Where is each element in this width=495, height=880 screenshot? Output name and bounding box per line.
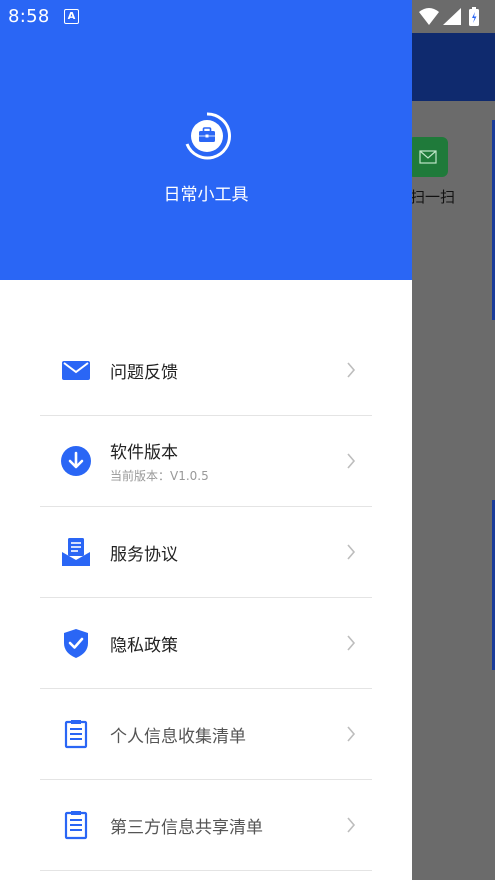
- signal-icon: [443, 8, 461, 25]
- drawer-menu: 问题反馈 软件版本 当前版本：V1.0.5 服务协议 隐私政策 个人信息收集清单…: [40, 325, 372, 871]
- chevron-right-icon: [347, 726, 356, 742]
- list-icon: [64, 811, 88, 840]
- app-name: 日常小工具: [163, 185, 249, 205]
- drawer-header: 日常小工具: [0, 0, 412, 280]
- menu-item-label: 个人信息收集清单: [110, 727, 246, 747]
- menu-item-service-agreement[interactable]: 服务协议: [40, 507, 372, 598]
- download-icon: [61, 446, 91, 476]
- list-icon: [64, 720, 88, 749]
- background-header: [412, 33, 495, 101]
- chevron-right-icon: [347, 453, 356, 469]
- menu-item-feedback[interactable]: 问题反馈: [40, 325, 372, 416]
- status-bar: 8:58 A: [0, 0, 495, 33]
- chevron-right-icon: [347, 362, 356, 378]
- scan-tile[interactable]: [408, 137, 448, 177]
- version-subtitle: 当前版本：V1.0.5: [110, 469, 209, 483]
- menu-item-personal-info-list[interactable]: 个人信息收集清单: [40, 689, 372, 780]
- status-time: 8:58: [8, 6, 50, 27]
- status-icons: [417, 6, 487, 32]
- agreement-icon: [62, 538, 90, 566]
- shield-icon: [64, 629, 88, 658]
- mail-icon: [62, 361, 90, 380]
- menu-item-privacy-policy[interactable]: 隐私政策: [40, 598, 372, 689]
- menu-item-label: 第三方信息共享清单: [110, 818, 263, 838]
- chevron-right-icon: [347, 817, 356, 833]
- battery-icon: [469, 7, 479, 26]
- wifi-icon: [419, 8, 439, 25]
- chevron-right-icon: [347, 635, 356, 651]
- menu-item-label: 隐私政策: [110, 636, 178, 656]
- menu-item-label: 软件版本: [110, 443, 178, 463]
- navigation-drawer: 日常小工具 问题反馈 软件版本 当前版本：V1.0.5 服务协议 隐私政策 个人…: [0, 0, 412, 880]
- menu-item-third-party-sharing-list[interactable]: 第三方信息共享清单: [40, 780, 372, 871]
- chevron-right-icon: [347, 544, 356, 560]
- menu-item-label: 问题反馈: [110, 363, 178, 383]
- notification-a-icon: A: [64, 9, 79, 24]
- menu-item-version[interactable]: 软件版本 当前版本：V1.0.5: [40, 416, 372, 507]
- toolbox-logo-icon: [181, 110, 233, 162]
- scan-tile-label: 扫一扫: [410, 188, 456, 206]
- mail-icon: [419, 150, 437, 164]
- menu-item-label: 服务协议: [110, 545, 178, 565]
